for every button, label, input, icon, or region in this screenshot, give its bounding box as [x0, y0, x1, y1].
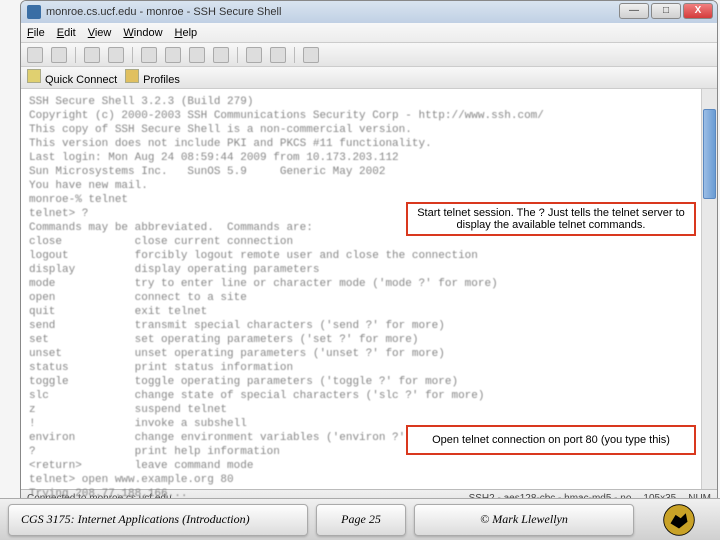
terminal-line: Sun Microsystems Inc. SunOS 5.9 Generic …	[29, 165, 709, 179]
menu-edit[interactable]: Edit	[57, 27, 76, 39]
terminal-line: telnet> open www.example.org 80	[29, 473, 709, 487]
terminal-line: close close current connection	[29, 235, 709, 249]
menu-file[interactable]: File	[27, 27, 45, 39]
terminal-line: SSH Secure Shell 3.2.3 (Build 279)	[29, 95, 709, 109]
terminal-line: unset unset operating parameters ('unset…	[29, 347, 709, 361]
terminal-line: mode try to enter line or character mode…	[29, 277, 709, 291]
divider	[237, 47, 238, 63]
help-icon[interactable]	[303, 47, 319, 63]
pegasus-icon	[662, 503, 696, 537]
tool-icon[interactable]	[246, 47, 262, 63]
menu-window[interactable]: Window	[123, 27, 162, 39]
folder2-icon[interactable]	[213, 47, 229, 63]
disconnect-icon[interactable]	[165, 47, 181, 63]
terminal-line: display display operating parameters	[29, 263, 709, 277]
terminal-line: set set operating parameters ('set ?' fo…	[29, 333, 709, 347]
copy-icon[interactable]	[84, 47, 100, 63]
app-icon	[27, 5, 41, 19]
ucf-logo	[654, 504, 704, 536]
profiles-label: Profiles	[143, 74, 180, 86]
folder-icon[interactable]	[189, 47, 205, 63]
footer-author: © Mark Llewellyn	[414, 504, 634, 536]
titlebar: monroe.cs.ucf.edu - monroe - SSH Secure …	[21, 1, 717, 23]
terminal-line: send transmit special characters ('send …	[29, 319, 709, 333]
callout-text: Open telnet connection on port 80 (you t…	[432, 434, 670, 446]
terminal-line: <return> leave command mode	[29, 459, 709, 473]
terminal-line: slc change state of special characters (…	[29, 389, 709, 403]
minimize-button[interactable]: —	[619, 3, 649, 19]
terminal-line: This version does not include PKI and PK…	[29, 137, 709, 151]
slide-footer: CGS 3175: Internet Applications (Introdu…	[0, 498, 720, 540]
toolbar	[21, 43, 717, 67]
callout-text: Start telnet session. The ? Just tells t…	[417, 207, 685, 231]
window-title: monroe.cs.ucf.edu - monroe - SSH Secure …	[46, 6, 281, 18]
toolbar-secondary: Quick Connect Profiles	[21, 67, 717, 89]
terminal-line: logout forcibly logout remote user and c…	[29, 249, 709, 263]
paste-icon[interactable]	[108, 47, 124, 63]
maximize-button[interactable]: □	[651, 3, 681, 19]
quick-connect-button[interactable]: Quick Connect	[27, 69, 117, 86]
divider	[294, 47, 295, 63]
footer-page: Page 25	[316, 504, 406, 536]
bolt-icon	[27, 69, 41, 83]
terminal-line: This copy of SSH Secure Shell is a non-c…	[29, 123, 709, 137]
save-icon[interactable]	[27, 47, 43, 63]
terminal-line: status print status information	[29, 361, 709, 375]
terminal-line: Last login: Mon Aug 24 08:59:44 2009 fro…	[29, 151, 709, 165]
terminal-line: open connect to a site	[29, 291, 709, 305]
close-button[interactable]: X	[683, 3, 713, 19]
terminal-line: Copyright (c) 2000-2003 SSH Communicatio…	[29, 109, 709, 123]
callout-telnet-help: Start telnet session. The ? Just tells t…	[406, 202, 696, 236]
terminal-line: toggle toggle operating parameters ('tog…	[29, 375, 709, 389]
settings-icon[interactable]	[270, 47, 286, 63]
print-icon[interactable]	[51, 47, 67, 63]
footer-course: CGS 3175: Internet Applications (Introdu…	[8, 504, 308, 536]
divider	[75, 47, 76, 63]
terminal-line: quit exit telnet	[29, 305, 709, 319]
callout-telnet-open: Open telnet connection on port 80 (you t…	[406, 425, 696, 455]
terminal-line: z suspend telnet	[29, 403, 709, 417]
profiles-button[interactable]: Profiles	[125, 69, 180, 86]
menubar: File Edit View Window Help	[21, 23, 717, 43]
menu-help[interactable]: Help	[175, 27, 198, 39]
terminal-line: You have new mail.	[29, 179, 709, 193]
folder-icon	[125, 69, 139, 83]
quick-connect-label: Quick Connect	[45, 74, 117, 86]
connect-icon[interactable]	[141, 47, 157, 63]
divider	[132, 47, 133, 63]
menu-view[interactable]: View	[88, 27, 112, 39]
